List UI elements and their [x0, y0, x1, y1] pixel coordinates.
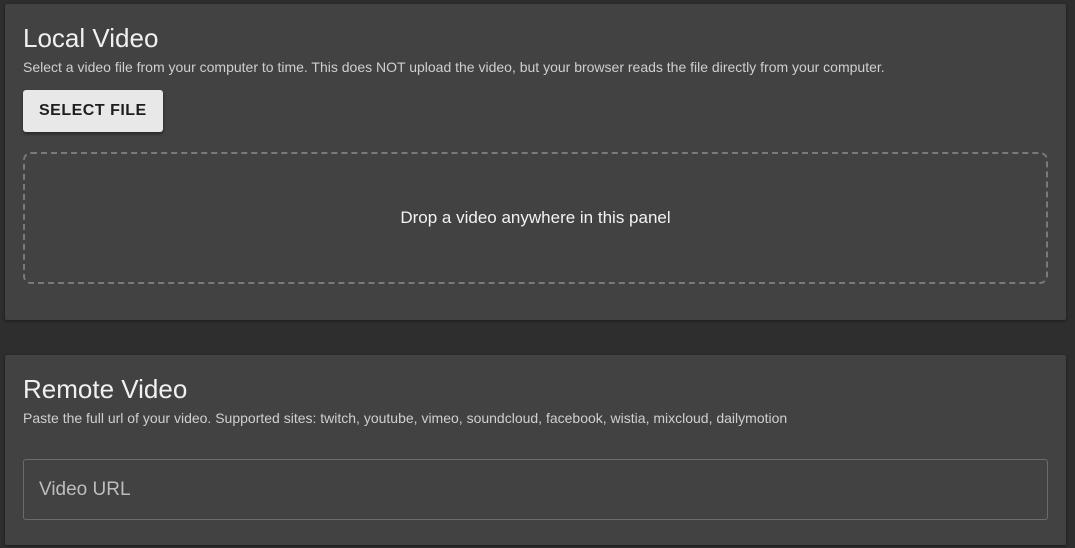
- remote-video-title: Remote Video: [23, 374, 188, 404]
- video-drop-zone[interactable]: Drop a video anywhere in this panel: [23, 152, 1048, 284]
- remote-video-description: Paste the full url of your video. Suppor…: [23, 410, 788, 426]
- video-url-input[interactable]: [37, 459, 1047, 520]
- local-video-panel: Local Video Select a video file from you…: [5, 4, 1066, 320]
- select-file-button[interactable]: SELECT FILE: [23, 90, 163, 132]
- remote-video-panel: Remote Video Paste the full url of your …: [5, 355, 1066, 545]
- local-video-title: Local Video: [23, 23, 159, 53]
- local-video-description: Select a video file from your computer t…: [23, 59, 885, 75]
- video-url-field[interactable]: [23, 459, 1048, 520]
- drop-zone-label: Drop a video anywhere in this panel: [400, 208, 671, 227]
